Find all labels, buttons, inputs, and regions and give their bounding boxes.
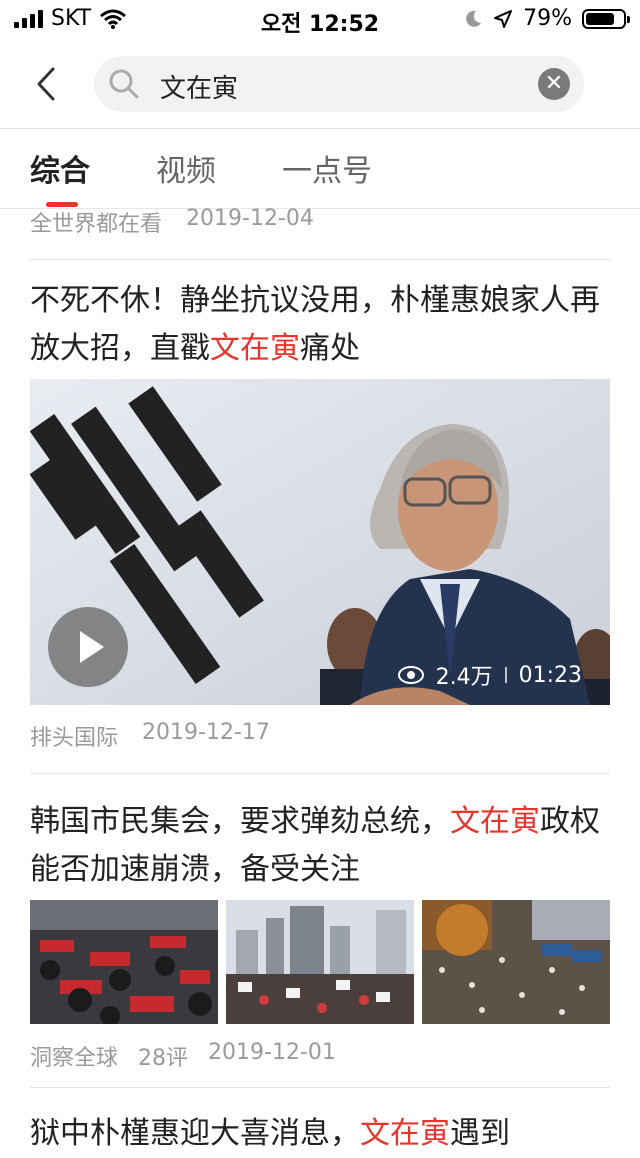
article-meta: 排头国际 2019-12-17 xyxy=(30,720,270,752)
clear-icon: ✕ xyxy=(544,71,564,96)
view-count-icon xyxy=(397,666,424,684)
title-text: 狱中朴槿惠迎大喜消息， xyxy=(30,1116,360,1151)
date-label: 2019-12-01 xyxy=(208,1040,336,1065)
title-highlight: 文在寅 xyxy=(360,1116,450,1151)
tab-video[interactable]: 视频 xyxy=(156,146,216,190)
title-text: 韩国市民集会，要求弹劾总统， xyxy=(30,804,450,839)
back-button[interactable] xyxy=(26,62,66,106)
moon-icon xyxy=(466,10,482,27)
date-label: 2019-12-17 xyxy=(142,720,270,745)
search-header: 文在寅 ✕ xyxy=(0,52,640,118)
tab-comprehensive[interactable]: 综合 xyxy=(30,146,90,190)
tab-yidianhao[interactable]: 一点号 xyxy=(282,146,372,190)
search-query[interactable]: 文在寅 xyxy=(160,68,238,105)
top-item-meta: 全世界都在看 2019-12-04 xyxy=(30,206,314,236)
image-row xyxy=(30,900,610,1024)
article-title[interactable]: 狱中朴槿惠迎大喜消息，文在寅遇到 xyxy=(30,1110,610,1158)
video-thumbnail[interactable]: 2.4万 01:23 xyxy=(30,379,610,705)
stats-separator xyxy=(504,667,507,683)
video-duration: 01:23 xyxy=(518,662,582,688)
video-stats: 2.4万 01:23 xyxy=(397,659,582,691)
article-meta: 洞察全球 28评 2019-12-01 xyxy=(30,1040,336,1072)
title-highlight: 文在寅 xyxy=(450,804,540,839)
item-divider xyxy=(30,773,610,774)
comment-count: 28评 xyxy=(138,1046,189,1071)
source-label[interactable]: 排头国际 xyxy=(30,720,118,752)
battery-percent: 79% xyxy=(523,6,572,31)
title-highlight: 文在寅 xyxy=(210,331,300,366)
article-image[interactable] xyxy=(30,900,218,1024)
date-label: 2019-12-04 xyxy=(186,206,314,231)
status-bar: SKT 오전 12:52 79% xyxy=(0,0,640,40)
item-divider xyxy=(30,1087,610,1088)
tab-bar: 综合 视频 一点号 xyxy=(0,130,640,208)
source-label: 全世界都在看 xyxy=(30,212,163,236)
article-title[interactable]: 韩国市民集会，要求弹劾总统，文在寅政权能否加速崩溃，备受关注 xyxy=(30,798,610,894)
search-icon xyxy=(109,69,139,99)
title-text: 遇到 xyxy=(450,1116,510,1151)
chevron-left-icon xyxy=(37,67,55,101)
play-button[interactable] xyxy=(48,607,128,687)
item-divider xyxy=(30,259,610,260)
title-text: 痛处 xyxy=(300,331,360,366)
search-input[interactable]: 文在寅 ✕ xyxy=(94,56,584,112)
view-count: 2.4万 xyxy=(435,665,493,690)
article-image[interactable] xyxy=(422,900,610,1024)
header-divider xyxy=(0,128,640,129)
source-label[interactable]: 洞察全球 xyxy=(30,1040,118,1072)
location-arrow-icon xyxy=(494,9,513,28)
article-title[interactable]: 不死不休！静坐抗议没用，朴槿惠娘家人再放大招，直戳文在寅痛处 xyxy=(30,277,610,373)
article-image[interactable] xyxy=(226,900,414,1024)
battery-icon xyxy=(582,8,630,29)
clear-search-button[interactable]: ✕ xyxy=(538,68,570,100)
